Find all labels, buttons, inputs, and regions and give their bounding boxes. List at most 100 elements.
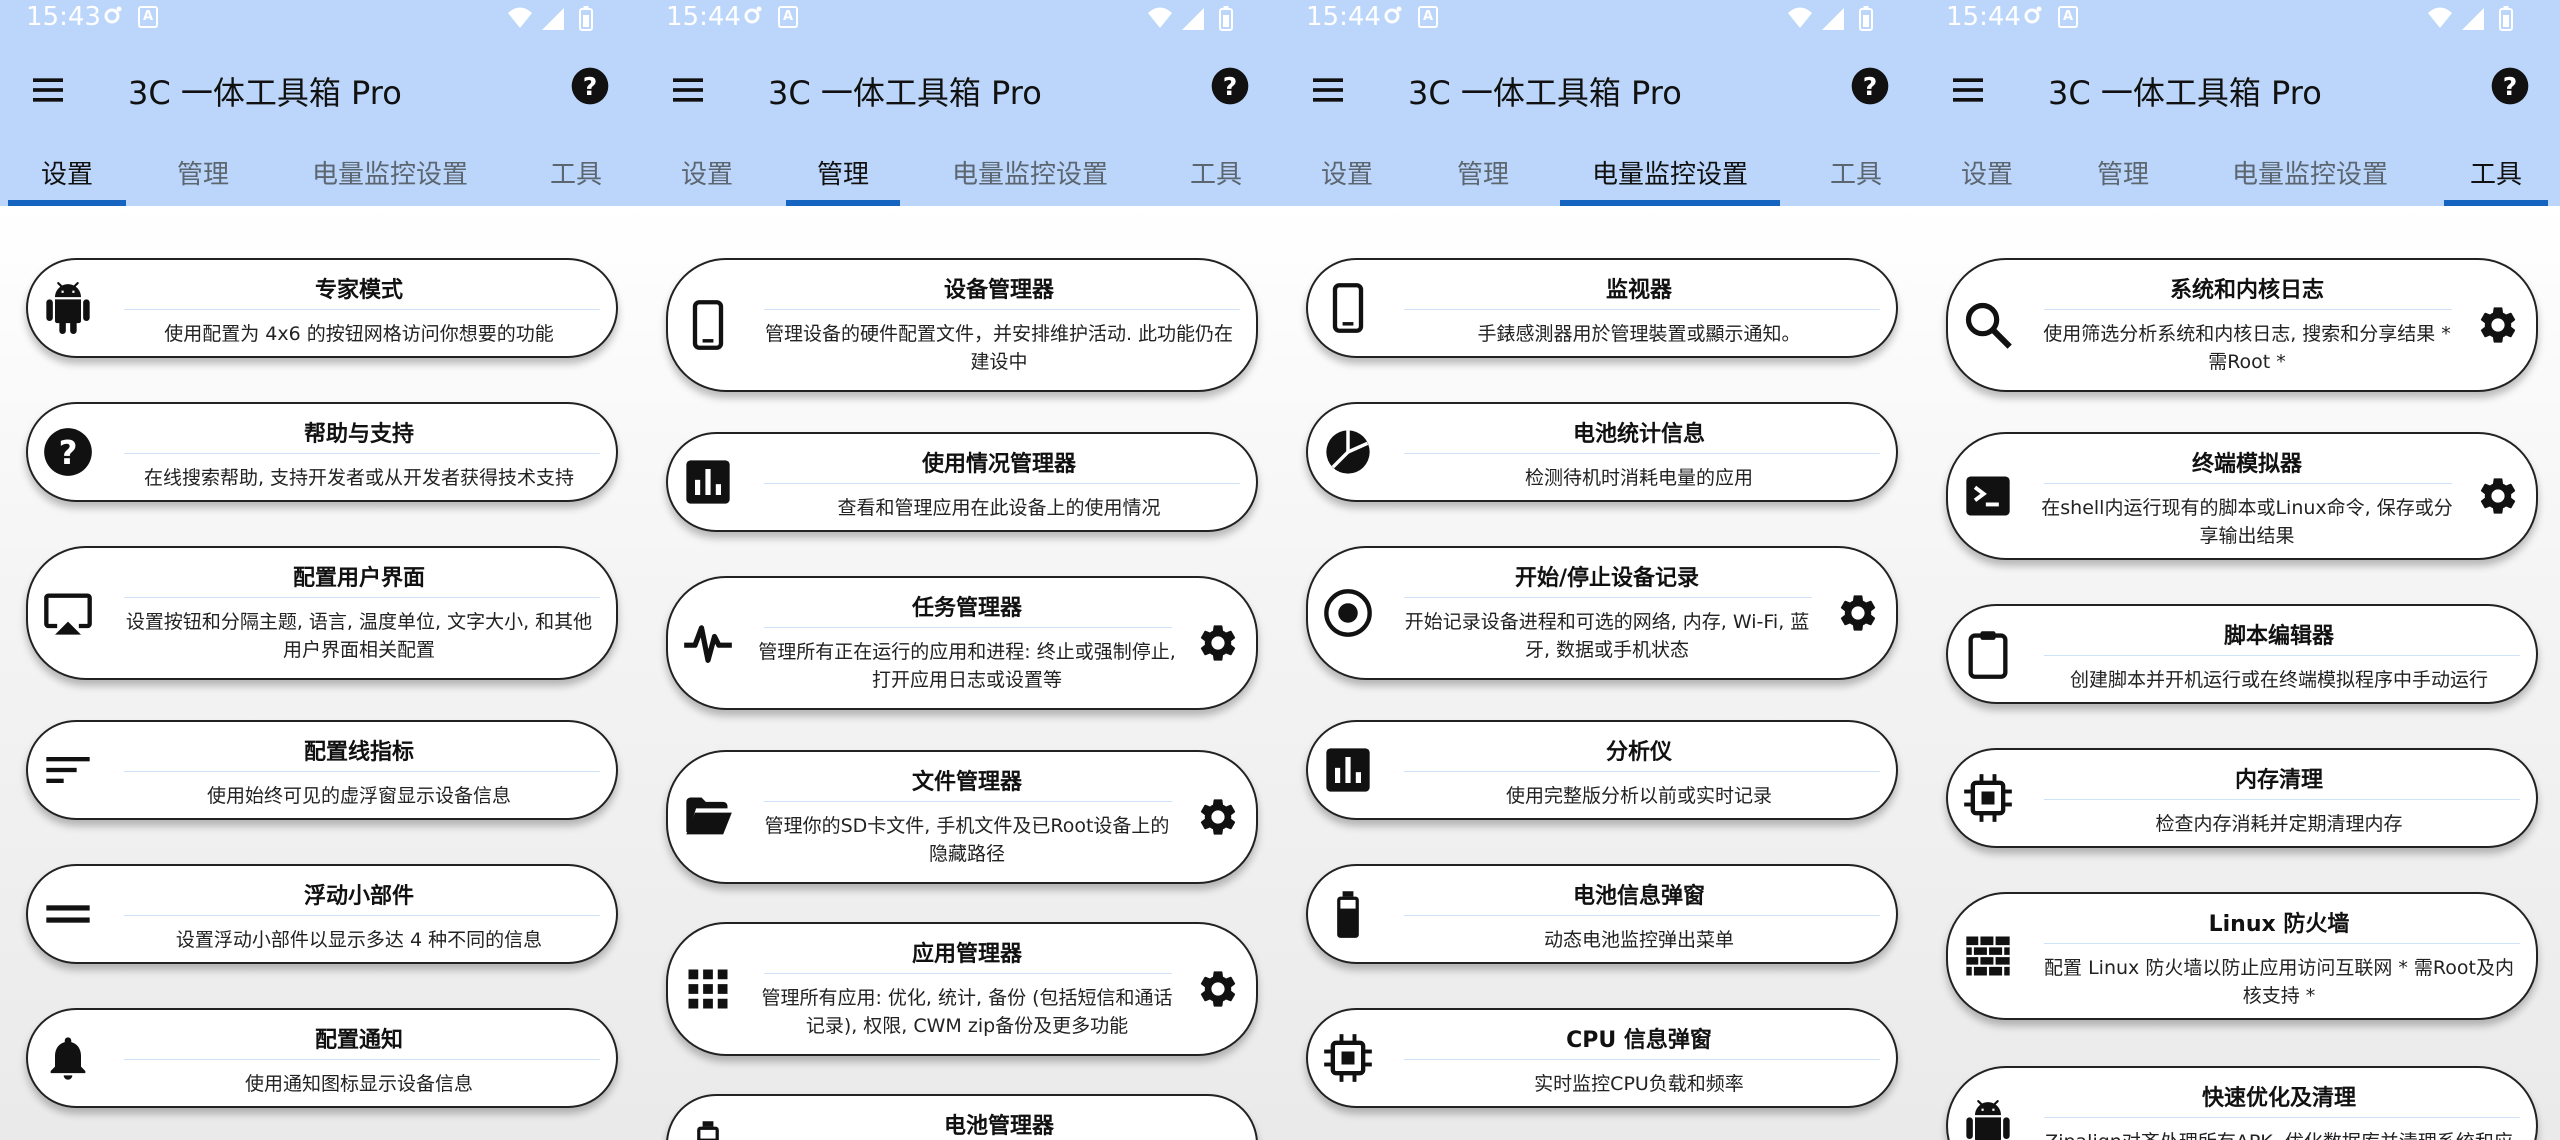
gear-icon[interactable] [1196,967,1240,1011]
terminal-icon [1962,470,2014,522]
feature-card[interactable]: 电池统计信息 检测待机时消耗电量的应用 [1306,402,1898,502]
status-indicators [506,4,616,32]
help-icon[interactable]: ? [1850,66,1890,106]
bar-chart-icon [682,456,734,508]
feature-card[interactable]: 脚本编辑器 创建脚本并开机运行或在终端模拟程序中手动运行 [1946,604,2538,704]
feature-card[interactable]: 浮动小部件 设置浮动小部件以显示多达 4 种不同的信息 [26,864,618,964]
settings-status-icon [740,4,764,28]
cast-icon [42,587,94,639]
phone-screen: 15:44 A 3C 一体工具箱 Pro? 设置 管理 电量监控设置 工具 监视器 手錶感測器用… [1280,0,1920,1140]
tab-2[interactable]: 电量监控设置 [1560,148,1780,206]
card-title: 系统和内核日志 [2169,278,2324,303]
feature-card[interactable]: 设备管理器 管理设备的硬件配置文件，并安排维护活动. 此功能仍在建设中 [666,258,1258,392]
card-title: 任务管理器 [911,596,1022,621]
card-description: 检查内存消耗并定期清理内存 [2155,813,2403,835]
feature-card[interactable]: 任务管理器 管理所有正在运行的应用和进程: 终止或强制停止, 打开应用日志或设置等 [666,576,1258,710]
chip-icon [1322,1032,1374,1084]
feature-card[interactable]: CPU 信息弹窗 实时监控CPU负载和频率 [1306,1008,1898,1108]
tab-3[interactable]: 工具 [1164,148,1268,206]
notification-a-icon: A [138,6,158,28]
feature-card[interactable]: 监视器 手錶感測器用於管理裝置或顯示通知。 [1306,258,1898,358]
tab-0[interactable]: 设置 [1288,148,1406,206]
feature-card[interactable]: 电池管理器 [666,1094,1258,1140]
tab-2[interactable]: 电量监控设置 [280,148,500,206]
menu-icon[interactable] [1308,70,1348,110]
gear-icon[interactable] [1196,621,1240,665]
pie-icon [1322,426,1374,478]
gear-icon[interactable] [2476,303,2520,347]
tab-label: 设置 [680,160,733,190]
menu-icon[interactable] [668,70,708,110]
help-icon[interactable]: ? [2490,66,2530,106]
svg-text:?: ? [59,434,78,472]
top-app-bar: 15:44 A 3C 一体工具箱 Pro? 设置 管理 电量监控设置 工具 [640,0,1280,206]
tab-1[interactable]: 管理 [786,148,900,206]
top-app-bar: 15:44 A 3C 一体工具箱 Pro? 设置 管理 电量监控设置 工具 [1920,0,2560,206]
feature-card[interactable]: 开始/停止设备记录 开始记录设备进程和可选的网络, 内存, Wi-Fi, 蓝牙, … [1306,546,1898,680]
card-divider [1404,309,1880,310]
card-description: 使用配置为 4x6 的按钮网格访问你想要的功能 [164,323,554,345]
feature-card[interactable]: 电池信息弹窗 动态电池监控弹出菜单 [1306,864,1898,964]
gear-icon[interactable] [2476,474,2520,518]
tab-3[interactable]: 工具 [524,148,628,206]
phone-icon [682,299,734,351]
menu-icon[interactable] [1948,70,1988,110]
tab-label: 管理 [176,160,229,190]
help-icon[interactable]: ? [1210,66,1250,106]
signal-icon [1822,8,1844,30]
tab-2[interactable]: 电量监控设置 [920,148,1140,206]
feature-card[interactable]: 配置用户界面 设置按钮和分隔主题, 语言, 温度单位, 文字大小, 和其他用户界面… [26,546,618,680]
card-title: 脚本编辑器 [2223,624,2334,649]
top-app-bar: 15:43 A 3C 一体工具箱 Pro? 设置 管理 电量监控设置 工具 [0,0,640,206]
feature-card[interactable]: 使用情况管理器 查看和管理应用在此设备上的使用情况 [666,432,1258,532]
wifi-icon [508,7,532,28]
status-indicators [1786,4,1896,32]
gear-icon[interactable] [1196,795,1240,839]
card-title: 监视器 [1605,278,1672,303]
android-icon [42,282,94,334]
tab-1[interactable]: 管理 [2066,148,2180,206]
card-title: 使用情况管理器 [921,452,1076,477]
feature-card[interactable]: 配置通知 使用通知图标显示设备信息 [26,1008,618,1108]
tab-1[interactable]: 管理 [146,148,260,206]
status-time: 15:43 [26,2,101,32]
tab-bar: 设置 管理 电量监控设置 工具 [1920,148,2560,206]
menu-icon[interactable] [28,70,68,110]
tab-bar: 设置 管理 电量监控设置 工具 [0,148,640,206]
feature-card[interactable]: 终端模拟器 在shell内运行现有的脚本或Linux命令, 保存或分享输出结果 [1946,432,2538,560]
gear-icon[interactable] [1836,591,1880,635]
feature-card[interactable]: 快速优化及清理 Zipalign对齐处理所有APK, 优化数据库并清理系统和应用 [1946,1066,2538,1140]
signal-icon [1182,8,1204,30]
tab-2[interactable]: 电量监控设置 [2200,148,2420,206]
battery-status-icon [2503,15,2509,27]
tab-0[interactable]: 设置 [648,148,766,206]
tab-3[interactable]: 工具 [1804,148,1908,206]
feature-card[interactable]: 应用管理器 管理所有应用: 优化, 统计, 备份 (包括短信和通话记录), 权限,… [666,922,1258,1056]
feature-card[interactable]: 专家模式使用配置为 4x6 的按钮网格访问你想要的功能 [26,258,618,358]
feature-card[interactable]: 系统和内核日志 使用筛选分析系统和内核日志, 搜索和分享结果 * 需Root * [1946,258,2538,392]
tab-0[interactable]: 设置 [8,148,126,206]
tab-label: 工具 [1189,160,1242,190]
tab-label: 工具 [2469,160,2522,190]
phone-screen: 15:44 A 3C 一体工具箱 Pro? 设置 管理 电量监控设置 工具 设备管理器 管理设备… [640,0,1280,1140]
feature-card[interactable]: 分析仪 使用完整版分析以前或实时记录 [1306,720,1898,820]
tab-0[interactable]: 设置 [1928,148,2046,206]
help-icon[interactable]: ? [570,66,610,106]
tab-3[interactable]: 工具 [2444,148,2548,206]
card-title: 专家模式 [314,278,403,303]
card-description: 开始记录设备进程和可选的网络, 内存, Wi-Fi, 蓝牙, 数据或手机状态 [1404,611,1810,661]
feature-card[interactable]: Linux 防火墙 配置 Linux 防火墙以防止应用访问互联网 * 需Root及… [1946,892,2538,1020]
svg-text:?: ? [1223,72,1238,101]
card-description: 实时监控CPU负载和频率 [1534,1073,1744,1095]
feature-card[interactable]: ? 帮助与支持 在线搜索帮助, 支持开发者或从开发者获得技术支持 [26,402,618,502]
feature-card[interactable]: 文件管理器 管理你的SD卡文件, 手机文件及已Root设备上的隐藏路径 [666,750,1258,884]
tab-1[interactable]: 管理 [1426,148,1540,206]
card-divider [1404,771,1880,772]
feature-card[interactable]: 内存清理 检查内存消耗并定期清理内存 [1946,748,2538,848]
status-time: 15:44 [1946,2,2021,32]
tab-indicator [786,200,900,206]
feature-card[interactable]: 配置线指标 使用始终可见的虚浮窗显示设备信息 [26,720,618,820]
app-title: 3C 一体工具箱 Pro [2048,74,2322,112]
tab-indicator [2444,200,2548,206]
card-divider [764,627,1172,628]
